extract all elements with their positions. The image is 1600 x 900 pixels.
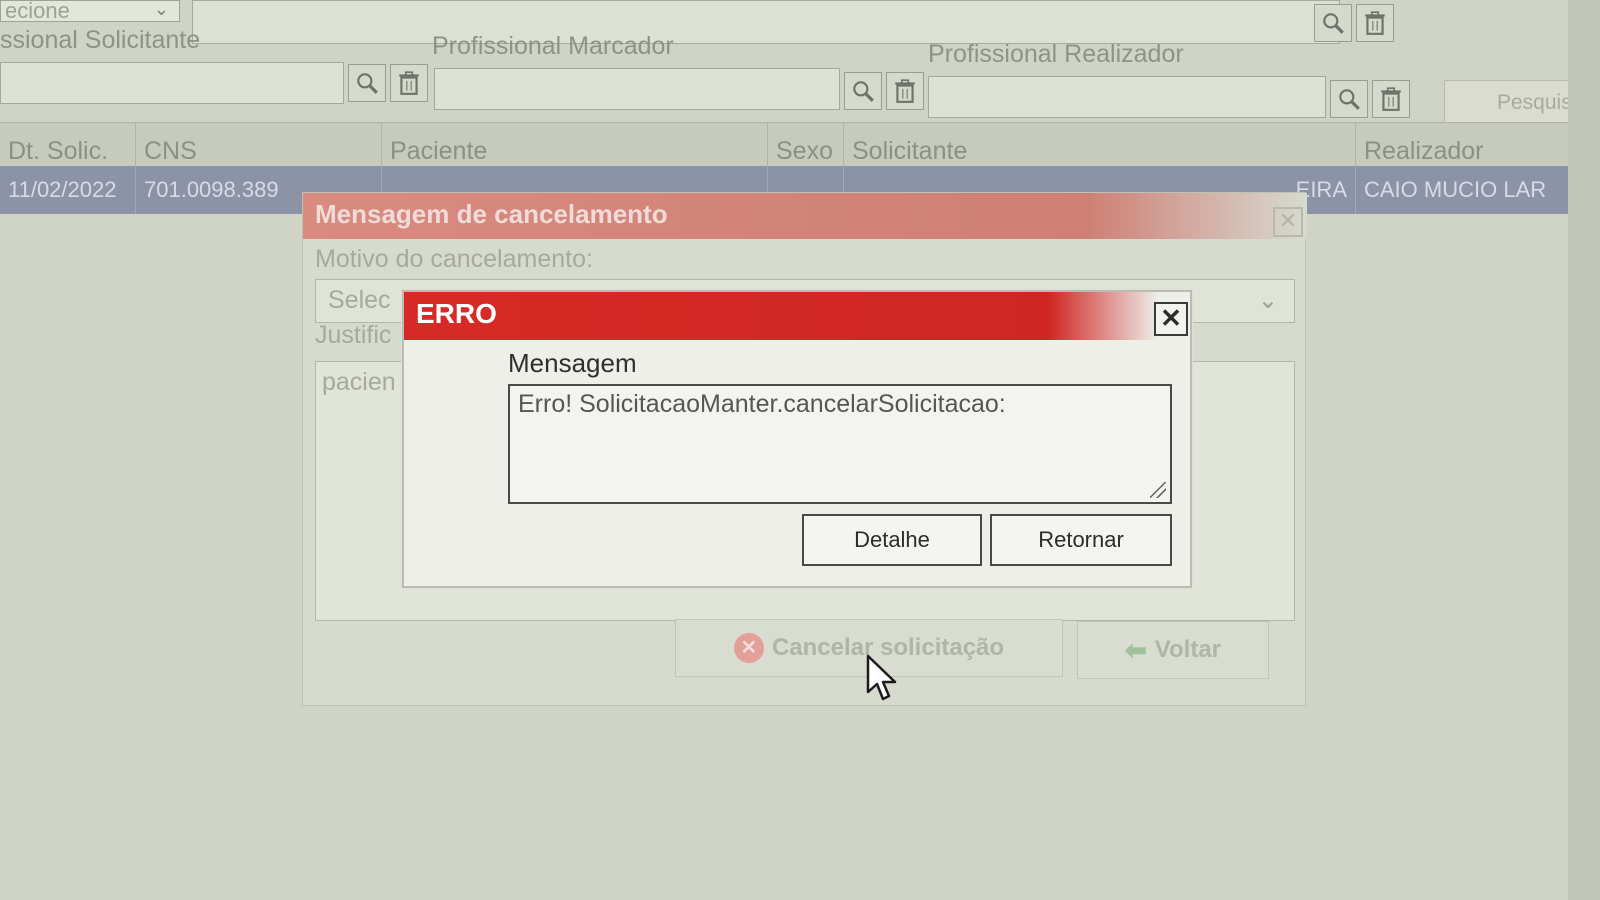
cancel-dialog-title: Mensagem de cancelamento: [315, 199, 668, 229]
realizador-field[interactable]: [928, 76, 1326, 118]
back-label: Voltar: [1154, 636, 1222, 663]
close-icon[interactable]: ✕: [1154, 302, 1188, 336]
cancel-circle-icon: ✕: [733, 633, 764, 663]
screen: ecione ⌄ ssional Solicitante Profissiona…: [0, 0, 1600, 900]
back-arrow-icon: ⬅: [1124, 634, 1147, 665]
top-select[interactable]: ecione ⌄: [0, 0, 180, 22]
error-dialog: ERRO ✕ Mensagem Erro! SolicitacaoManter.…: [402, 290, 1192, 588]
chevron-down-icon: ⌄: [1257, 287, 1278, 314]
return-button[interactable]: Retornar: [990, 514, 1172, 566]
search-icon[interactable]: [348, 64, 386, 102]
message-text: Erro! SolicitacaoManter.cancelarSolicita…: [518, 390, 1006, 418]
motivo-select-value: Selec: [328, 286, 391, 314]
solicitante-field[interactable]: [0, 62, 344, 104]
label-profissional-solicitante: ssional Solicitante: [0, 26, 201, 54]
message-label: Mensagem: [508, 348, 637, 378]
window-edge: [1568, 0, 1600, 900]
cell-realizador: CAIO MUCIO LAR: [1356, 166, 1600, 214]
label-profissional-marcador: Profissional Marcador: [432, 32, 674, 60]
marcador-field[interactable]: [434, 68, 840, 110]
trash-icon[interactable]: [1356, 4, 1394, 42]
chevron-down-icon: ⌄: [153, 0, 169, 19]
trash-icon[interactable]: [886, 72, 924, 110]
cell-dt-solic: 11/02/2022: [0, 166, 136, 214]
top-field[interactable]: [192, 0, 1340, 44]
label-profissional-realizador: Profissional Realizador: [928, 40, 1184, 68]
top-select-value: ecione: [5, 0, 70, 22]
justificativa-label: Justific: [315, 321, 392, 349]
trash-icon[interactable]: [1372, 80, 1410, 118]
detail-button[interactable]: Detalhe: [802, 514, 982, 566]
close-icon[interactable]: ✕: [1273, 207, 1303, 237]
cancel-dialog-titlebar[interactable]: Mensagem de cancelamento: [303, 193, 1307, 239]
message-textarea[interactable]: Erro! SolicitacaoManter.cancelarSolicita…: [508, 384, 1172, 504]
error-dialog-title: ERRO: [416, 298, 497, 329]
justificativa-text: pacien: [322, 368, 396, 396]
search-icon[interactable]: [844, 72, 882, 110]
error-dialog-titlebar[interactable]: ERRO: [404, 292, 1190, 340]
search-icon[interactable]: [1330, 80, 1368, 118]
back-button[interactable]: ⬅ Voltar: [1077, 621, 1269, 679]
mouse-cursor-icon: [866, 654, 897, 701]
trash-icon[interactable]: [390, 64, 428, 102]
motivo-label: Motivo do cancelamento:: [315, 245, 593, 273]
resize-grip-icon[interactable]: [1150, 482, 1166, 498]
search-icon[interactable]: [1314, 4, 1352, 42]
